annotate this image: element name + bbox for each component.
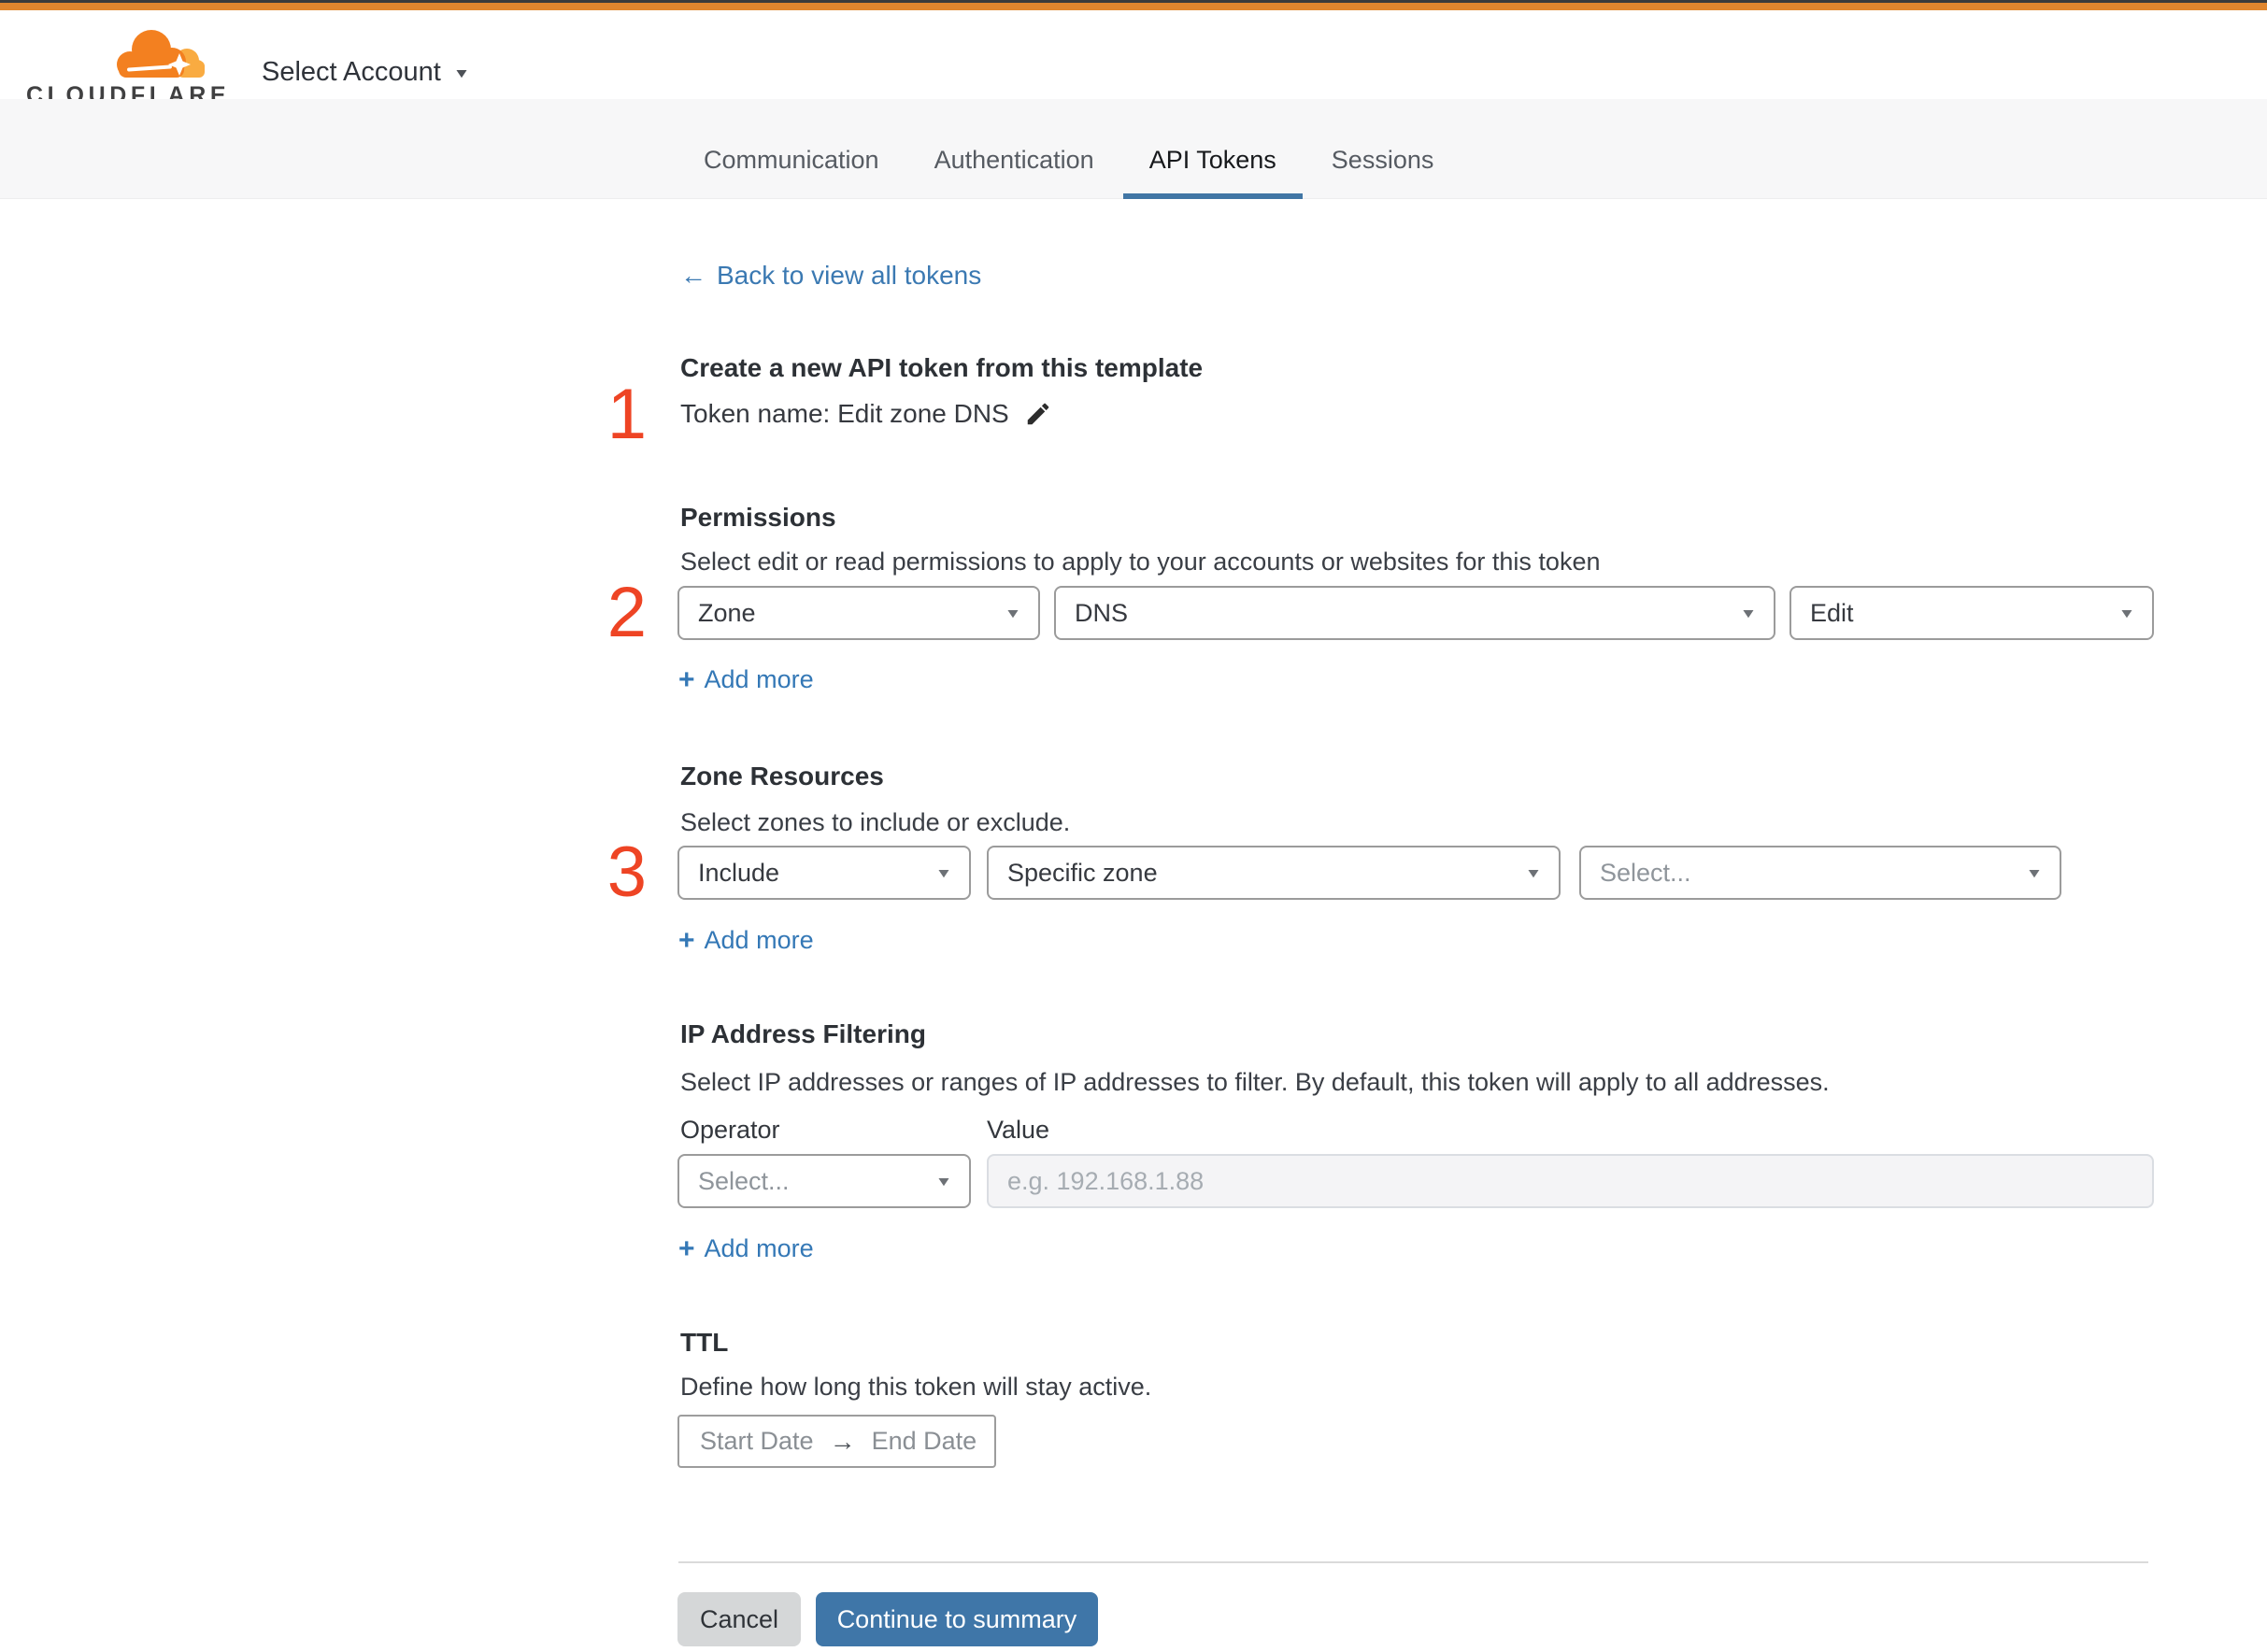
plus-icon: +	[678, 663, 695, 695]
token-name-text: Token name: Edit zone DNS	[680, 399, 1009, 428]
api-token-template-page: CLOUDFLARE Select Account ▼ Communicatio…	[0, 0, 2267, 1652]
ip-value-input[interactable]	[987, 1154, 2154, 1208]
operator-label: Operator	[680, 1116, 780, 1144]
top-brand-orange-strip	[0, 3, 2267, 10]
account-selector-label: Select Account	[262, 57, 441, 87]
tabs: Communication Authentication API Tokens …	[677, 99, 1460, 199]
step-number-3: 3	[606, 833, 647, 912]
tab-authentication[interactable]: Authentication	[908, 99, 1120, 199]
chevron-down-icon: ▼	[2025, 865, 2044, 880]
tab-api-tokens[interactable]: API Tokens	[1122, 99, 1303, 199]
permission-access-dropdown[interactable]: Edit ▼	[1789, 586, 2154, 640]
chevron-down-icon: ▼	[452, 64, 471, 80]
back-arrow-icon: ←	[680, 261, 706, 290]
chevron-down-icon: ▼	[934, 1174, 953, 1189]
cloudflare-logo[interactable]: CLOUDFLARE	[26, 29, 226, 109]
plus-icon: +	[678, 1232, 695, 1264]
zone-include-dropdown[interactable]: Include ▼	[677, 846, 971, 900]
tab-communication[interactable]: Communication	[677, 99, 905, 199]
step-number-2: 2	[606, 573, 647, 652]
value-label: Value	[987, 1116, 1050, 1144]
permissions-title: Permissions	[680, 503, 836, 532]
step-number-1: 1	[606, 375, 647, 454]
token-name-line: Token name: Edit zone DNS	[680, 399, 1052, 429]
chevron-down-icon: ▼	[1739, 605, 1758, 620]
cancel-button[interactable]: Cancel	[677, 1592, 801, 1646]
back-to-tokens-link[interactable]: ← Back to view all tokens	[680, 261, 981, 291]
start-date-placeholder: Start Date	[700, 1427, 814, 1455]
back-link-label: Back to view all tokens	[717, 261, 982, 290]
chevron-down-icon: ▼	[934, 865, 953, 880]
continue-to-summary-button[interactable]: Continue to summary	[816, 1592, 1098, 1646]
footer-divider	[678, 1561, 2148, 1563]
permission-group-dropdown[interactable]: DNS ▼	[1054, 586, 1775, 640]
template-section-title: Create a new API token from this templat…	[680, 353, 1204, 382]
ip-filtering-add-more-link[interactable]: + Add more	[678, 1234, 814, 1263]
ip-operator-dropdown[interactable]: Select... ▼	[677, 1154, 971, 1208]
cloudflare-cloud-icon	[26, 29, 206, 79]
chevron-down-icon: ▼	[1524, 865, 1543, 880]
tab-sessions[interactable]: Sessions	[1305, 99, 1461, 199]
edit-token-name-pencil-icon[interactable]	[1024, 400, 1052, 428]
account-selector[interactable]: Select Account ▼	[262, 57, 471, 88]
tab-bar: Communication Authentication API Tokens …	[0, 99, 2267, 199]
zone-select-dropdown[interactable]: Select... ▼	[1579, 846, 2061, 900]
permissions-subtitle: Select edit or read permissions to apply…	[680, 548, 1601, 576]
zone-resources-add-more-link[interactable]: + Add more	[678, 926, 814, 955]
zone-resources-subtitle: Select zones to include or exclude.	[680, 808, 1071, 836]
zone-resources-title: Zone Resources	[680, 762, 884, 790]
header: CLOUDFLARE Select Account ▼	[0, 10, 2267, 108]
ttl-subtitle: Define how long this token will stay act…	[680, 1373, 1152, 1401]
ttl-title: TTL	[680, 1328, 729, 1357]
permission-scope-dropdown[interactable]: Zone ▼	[677, 586, 1040, 640]
date-range-arrow-icon: →	[829, 1426, 856, 1456]
permissions-add-more-link[interactable]: + Add more	[678, 665, 814, 694]
end-date-placeholder: End Date	[871, 1427, 977, 1455]
ip-filtering-title: IP Address Filtering	[680, 1019, 926, 1048]
chevron-down-icon: ▼	[2117, 605, 2136, 620]
zone-type-dropdown[interactable]: Specific zone ▼	[987, 846, 1561, 900]
ip-filtering-subtitle: Select IP addresses or ranges of IP addr…	[680, 1068, 1830, 1096]
chevron-down-icon: ▼	[1004, 605, 1022, 620]
plus-icon: +	[678, 924, 695, 956]
ttl-date-range-picker[interactable]: Start Date → End Date	[677, 1415, 996, 1468]
